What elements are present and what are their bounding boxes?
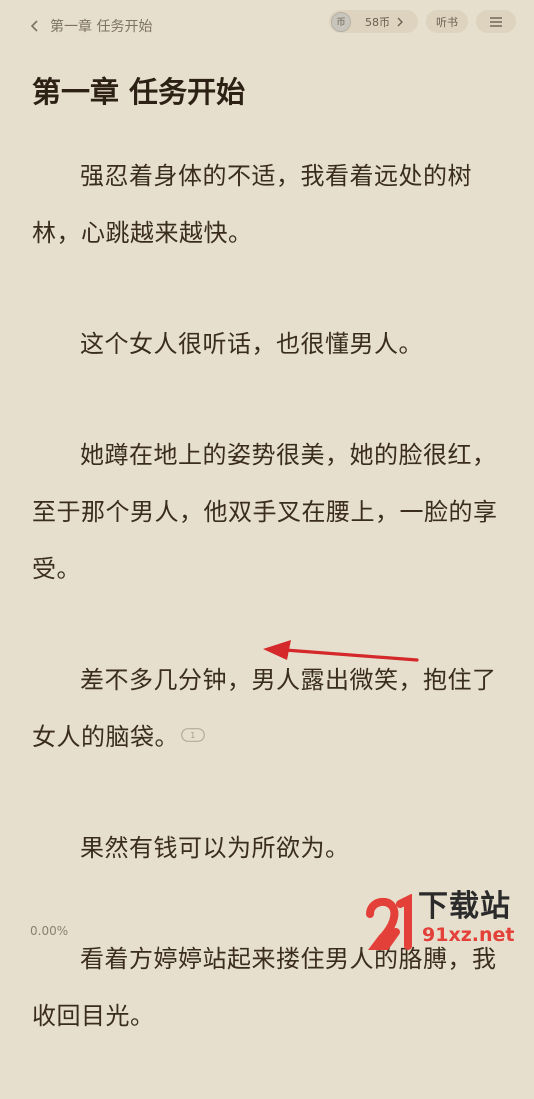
- paragraph: 她蹲在地上的姿势很美，她的脸很红，至于那个男人，他双手叉在腰上，一脸的享受。: [32, 441, 498, 583]
- reading-progress: 0.00%: [30, 924, 69, 938]
- top-bar: 第一章 任务开始 币 58币 听书: [0, 0, 534, 56]
- chapter-title: 第一章 任务开始: [32, 75, 246, 109]
- back-button[interactable]: 第一章 任务开始: [28, 16, 152, 36]
- comment-bubble-icon[interactable]: 1: [181, 728, 205, 742]
- paragraph: 强忍着身体的不适，我看着远处的树林，心跳越来越快。: [32, 162, 472, 247]
- menu-button[interactable]: [476, 10, 516, 33]
- paragraph: 这个女人很听话，也很懂男人。: [80, 330, 423, 358]
- back-chapter-label: 第一章 任务开始: [50, 19, 153, 35]
- coin-icon: 币: [331, 11, 351, 32]
- menu-icon: [490, 16, 502, 27]
- comment-count: 1: [190, 731, 196, 740]
- paragraph-with-comment: 差不多几分钟，男人露出微笑，抱住了女人的脑袋。 1: [32, 652, 506, 766]
- watermark-title: 下载站: [418, 889, 511, 924]
- chapter-content: 强忍着身体的不适，我看着远处的树林，心跳越来越快。 这个女人很听话，也很懂男人。…: [32, 148, 506, 1099]
- coin-balance-button[interactable]: 币 58币: [329, 10, 418, 33]
- chevron-left-icon: [30, 20, 38, 32]
- chevron-right-icon: [397, 17, 403, 26]
- site-watermark: 下载站 91xz.net: [360, 890, 530, 950]
- watermark-domain: 91xz.net: [422, 924, 515, 946]
- paragraph-text: 差不多几分钟，男人露出微笑，抱住了女人的脑袋。: [32, 666, 497, 751]
- listen-button[interactable]: 听书: [426, 10, 468, 33]
- paragraph: 果然有钱可以为所欲为。: [80, 834, 350, 862]
- coin-balance-label: 58币: [365, 15, 390, 29]
- listen-label: 听书: [436, 15, 458, 29]
- watermark-logo-icon: [366, 894, 412, 950]
